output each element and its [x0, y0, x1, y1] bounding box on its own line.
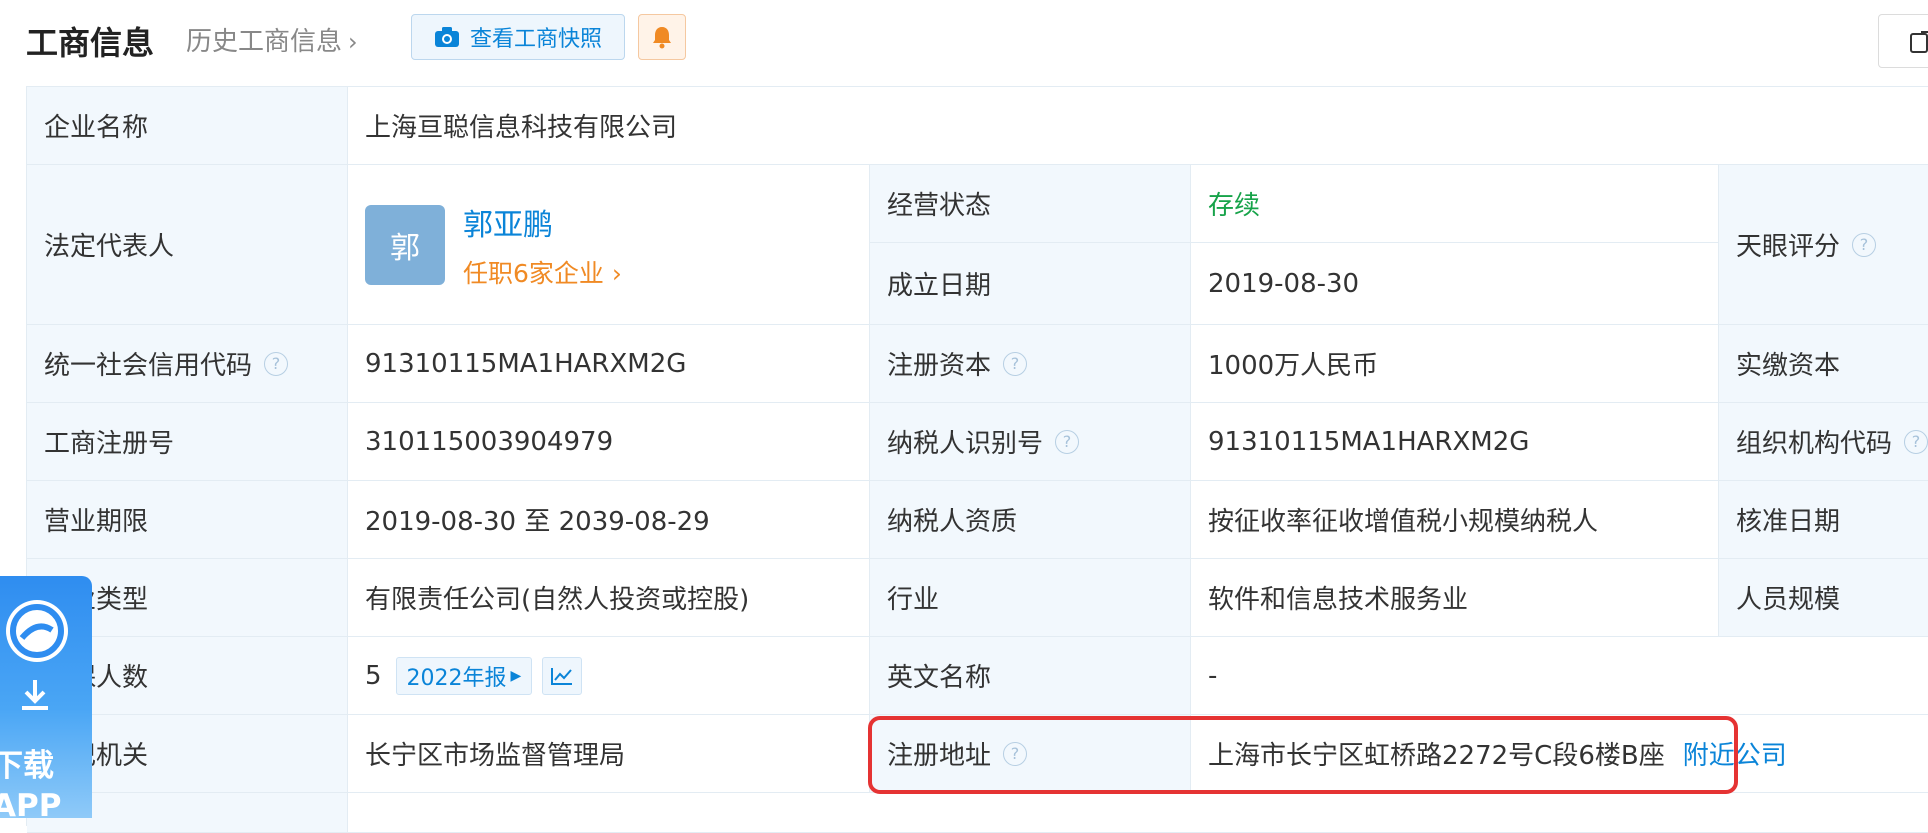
- company-type-value: 有限责任公司(自然人投资或控股): [348, 559, 870, 637]
- reg-address-value: 上海市长宁区虹桥路2272号C段6楼B座: [1208, 741, 1665, 771]
- legal-rep-positions: 任职6家企业: [463, 258, 604, 288]
- legal-rep-positions-link[interactable]: 任职6家企业 ›: [463, 254, 622, 290]
- snapshot-button[interactable]: 查看工商快照: [411, 14, 625, 60]
- app-logo-icon: [6, 600, 68, 662]
- reg-address-value-cell: 上海市长宁区虹桥路2272号C段6楼B座 附近公司: [1191, 715, 1928, 793]
- legal-rep-label: 法定代表人: [27, 165, 348, 325]
- business-term-value: 2019-08-30 至 2039-08-29: [348, 481, 870, 559]
- help-icon[interactable]: ?: [1003, 351, 1028, 376]
- caret-right-icon: ▶: [510, 667, 522, 684]
- help-icon[interactable]: ?: [1852, 232, 1877, 257]
- reg-capital-label-text: 注册资本: [887, 351, 992, 381]
- download-icon: [10, 676, 60, 716]
- snapshot-button-label: 查看工商快照: [469, 27, 602, 52]
- chevron-right-icon: ›: [611, 258, 622, 288]
- bell-icon: [653, 27, 671, 49]
- paid-capital-label: 实缴资本: [1719, 325, 1928, 403]
- reg-address-label: 注册地址?: [870, 715, 1191, 793]
- legal-rep-cell: 郭 郭亚鹏 任职6家企业 ›: [348, 165, 870, 325]
- reg-capital-label: 注册资本?: [870, 325, 1191, 403]
- business-term-label: 营业期限: [27, 481, 348, 559]
- industry-label: 行业: [870, 559, 1191, 637]
- credit-code-label: 统一社会信用代码?: [27, 325, 348, 403]
- company-name-value: 上海亘聪信息科技有限公司: [348, 87, 1928, 165]
- found-date-label: 成立日期: [870, 243, 1191, 325]
- export-icon: [1910, 31, 1928, 53]
- legal-rep-name[interactable]: 郭亚鹏: [463, 200, 622, 244]
- annual-report-tag[interactable]: 2022年报 ▶: [395, 656, 533, 695]
- reg-number-label: 工商注册号: [27, 403, 348, 481]
- approval-date-label: 核准日期: [1719, 481, 1928, 559]
- industry-value: 软件和信息技术服务业: [1191, 559, 1719, 637]
- monitor-bell-button[interactable]: [638, 14, 686, 60]
- chevron-right-icon: ›: [348, 28, 358, 56]
- reg-capital-value: 1000万人民币: [1191, 325, 1719, 403]
- download-app-line2: APP: [0, 788, 62, 818]
- company-name-label: 企业名称: [27, 87, 348, 165]
- status-value: 存续: [1191, 165, 1719, 243]
- org-code-label: 组织机构代码?: [1719, 403, 1928, 481]
- avatar[interactable]: 郭: [365, 204, 445, 285]
- business-info-table: 企业名称 上海亘聪信息科技有限公司 法定代表人 郭 郭亚鹏 任职6家企业 › 经…: [26, 86, 1928, 833]
- camera-icon: [434, 27, 459, 47]
- nearby-companies-link[interactable]: 附近公司: [1683, 735, 1787, 772]
- tianyan-score-label: 天眼评分?: [1719, 165, 1928, 325]
- line-chart-icon: [551, 667, 573, 685]
- taxpayer-id-label-text: 纳税人识别号: [887, 429, 1044, 459]
- help-icon[interactable]: ?: [1003, 741, 1028, 766]
- export-button[interactable]: [1878, 14, 1928, 68]
- taxpayer-id-value: 91310115MA1HARXM2G: [1191, 403, 1719, 481]
- download-app-text: 下载 APP: [0, 746, 61, 818]
- status-label: 经营状态: [870, 165, 1191, 243]
- section-title: 工商信息: [26, 24, 155, 62]
- credit-code-value: 91310115MA1HARXM2G: [348, 325, 870, 403]
- reg-address-label-text: 注册地址: [887, 741, 992, 771]
- history-link-label: 历史工商信息: [186, 27, 343, 57]
- legal-rep-info: 郭亚鹏 任职6家企业 ›: [463, 200, 622, 290]
- reg-number-value: 310115003904979: [348, 403, 870, 481]
- found-date-value: 2019-08-30: [1191, 243, 1719, 325]
- download-app-line1: 下载: [0, 748, 54, 784]
- english-name-label: 英文名称: [870, 637, 1191, 715]
- taxpayer-qual-label: 纳税人资质: [870, 481, 1191, 559]
- download-app-widget[interactable]: 下载 APP: [0, 576, 92, 818]
- staff-size-label: 人员规模: [1719, 559, 1928, 637]
- insured-value: 5: [365, 660, 382, 691]
- help-icon[interactable]: ?: [264, 351, 289, 376]
- section-header: 工商信息 历史工商信息 › 查看工商快照: [0, 0, 1928, 78]
- tianyan-score-text: 天眼评分: [1736, 232, 1841, 262]
- insured-cell: 5 2022年报 ▶: [348, 637, 870, 715]
- trend-chart-button[interactable]: [542, 656, 583, 695]
- help-icon[interactable]: ?: [1904, 429, 1928, 454]
- annual-report-label: 2022年报: [406, 665, 507, 691]
- legal-rep-box: 郭 郭亚鹏 任职6家企业 ›: [365, 200, 622, 290]
- taxpayer-id-label: 纳税人识别号?: [870, 403, 1191, 481]
- next-row-value: [348, 793, 1928, 833]
- history-link[interactable]: 历史工商信息 ›: [186, 21, 358, 58]
- credit-code-label-text: 统一社会信用代码: [44, 351, 253, 381]
- taxpayer-qual-value: 按征收率征收增值税小规模纳税人: [1191, 481, 1719, 559]
- org-code-label-text: 组织机构代码: [1736, 429, 1893, 459]
- english-name-value: -: [1191, 637, 1928, 715]
- help-icon[interactable]: ?: [1055, 429, 1080, 454]
- reg-authority-value: 长宁区市场监督管理局: [348, 715, 870, 793]
